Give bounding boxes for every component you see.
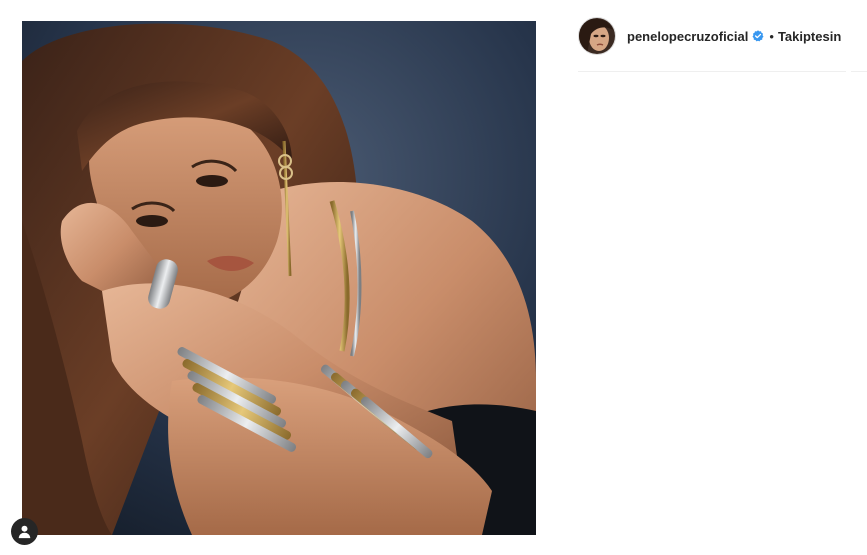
- post-sidebar: penelopecruzoficial • Takiptesin: [578, 0, 867, 555]
- header-separator: •: [769, 28, 774, 44]
- author-username[interactable]: penelopecruzoficial: [627, 29, 748, 44]
- post-photo-illustration: [22, 21, 536, 535]
- post-header: penelopecruzoficial • Takiptesin: [578, 14, 846, 58]
- instagram-post-page: penelopecruzoficial • Takiptesin: [0, 0, 867, 555]
- user-tag-button[interactable]: [11, 518, 38, 545]
- verified-badge-icon: [752, 30, 764, 42]
- post-image[interactable]: [22, 21, 536, 535]
- header-divider: [578, 71, 846, 72]
- author-avatar[interactable]: [578, 17, 616, 55]
- following-button[interactable]: Takiptesin: [778, 29, 841, 44]
- avatar-image: [579, 18, 615, 54]
- user-tag-icon: [18, 525, 31, 539]
- header-divider-tail: [851, 71, 867, 72]
